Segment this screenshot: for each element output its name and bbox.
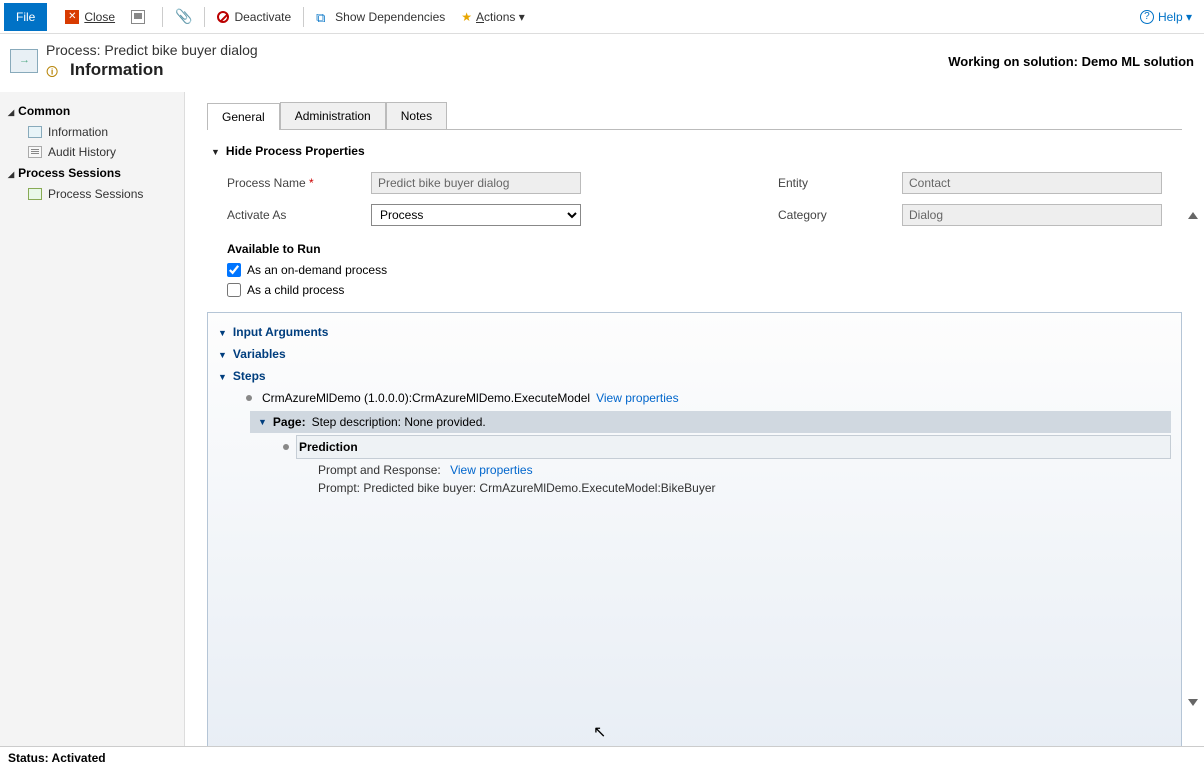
activate-as-select[interactable]: Process bbox=[371, 204, 581, 226]
ondemand-row: As an on-demand process bbox=[207, 260, 1182, 280]
scroll-down-icon[interactable] bbox=[1188, 699, 1198, 706]
activate-as-label: Activate As bbox=[227, 208, 347, 222]
help-icon: ? bbox=[1140, 10, 1154, 24]
close-icon: ✕ bbox=[65, 10, 79, 24]
prediction-step[interactable]: Prediction bbox=[296, 435, 1171, 459]
separator bbox=[204, 7, 205, 27]
save-print-button[interactable] bbox=[123, 6, 158, 28]
separator bbox=[303, 7, 304, 27]
content: General Administration Notes Hide Proces… bbox=[185, 92, 1204, 766]
tab-strip: General Administration Notes bbox=[207, 102, 1182, 130]
tab-general[interactable]: General bbox=[207, 103, 280, 130]
info-icon: 🛈 bbox=[46, 63, 64, 77]
prompt-line: Prompt: Predicted bike buyer: CrmAzureMl… bbox=[218, 479, 1171, 497]
deactivate-button[interactable]: Deactivate bbox=[209, 6, 299, 28]
scroll-up-icon[interactable] bbox=[1188, 212, 1198, 219]
variables-toggle[interactable]: Variables bbox=[218, 343, 1171, 365]
actions-menu[interactable]: ★ Actions ▾ bbox=[453, 6, 533, 28]
process-title: Process: Predict bike buyer dialog bbox=[46, 42, 948, 58]
prompt-response-line: Prompt and Response: View properties bbox=[218, 461, 1171, 479]
bullet-icon bbox=[283, 444, 289, 450]
status-bar: Status: Activated bbox=[0, 746, 1204, 769]
solution-label: Working on solution: Demo ML solution bbox=[948, 54, 1194, 69]
nav-group-common[interactable]: Common bbox=[0, 100, 184, 122]
deactivate-icon bbox=[217, 11, 229, 23]
nav-group-sessions[interactable]: Process Sessions bbox=[0, 162, 184, 184]
close-button[interactable]: ✕ Close bbox=[57, 6, 123, 28]
properties-form: Process Name * Entity Activate As Proces… bbox=[207, 164, 1182, 238]
print-icon bbox=[131, 10, 145, 24]
tab-notes[interactable]: Notes bbox=[386, 102, 447, 129]
view-properties-link-2[interactable]: View properties bbox=[450, 463, 533, 477]
tab-administration[interactable]: Administration bbox=[280, 102, 386, 129]
process-name-label: Process Name * bbox=[227, 176, 347, 190]
input-arguments-toggle[interactable]: Input Arguments bbox=[218, 321, 1171, 343]
page-step-header[interactable]: Page: Step description: None provided. bbox=[250, 411, 1171, 433]
sidebar-item-process-sessions[interactable]: Process Sessions bbox=[0, 184, 184, 204]
steps-container: Input Arguments Variables Steps CrmAzure… bbox=[207, 312, 1182, 758]
category-input bbox=[902, 204, 1162, 226]
category-label: Category bbox=[778, 208, 878, 222]
child-checkbox[interactable] bbox=[227, 283, 241, 297]
vertical-scrollbar[interactable] bbox=[1184, 212, 1202, 706]
sidebar-item-audit-history[interactable]: Audit History bbox=[0, 142, 184, 162]
page-title: Information bbox=[70, 60, 164, 80]
entity-input bbox=[902, 172, 1162, 194]
child-label: As a child process bbox=[247, 283, 344, 297]
steps-toggle[interactable]: Steps bbox=[218, 365, 1171, 387]
sidebar-item-information[interactable]: Information bbox=[0, 122, 184, 142]
hide-properties-toggle[interactable]: Hide Process Properties bbox=[207, 138, 1182, 164]
child-row: As a child process bbox=[207, 280, 1182, 300]
show-dependencies-button[interactable]: Show Dependencies bbox=[308, 6, 453, 28]
file-menu[interactable]: File bbox=[4, 3, 47, 31]
star-icon: ★ bbox=[461, 10, 472, 24]
view-properties-link[interactable]: View properties bbox=[596, 391, 679, 405]
ondemand-checkbox[interactable] bbox=[227, 263, 241, 277]
help-link[interactable]: ? Help ▾ bbox=[1132, 6, 1200, 28]
main-area: Common Information Audit History Process… bbox=[0, 92, 1204, 766]
bullet-icon bbox=[246, 395, 252, 401]
entity-label: Entity bbox=[778, 176, 878, 190]
header: Process: Predict bike buyer dialog 🛈 Inf… bbox=[0, 34, 1204, 92]
paperclip-icon: 📎 bbox=[175, 8, 192, 25]
toolbar: File ✕ Close 📎 Deactivate Show Dependenc… bbox=[0, 0, 1204, 34]
sessions-icon bbox=[28, 188, 42, 200]
process-icon bbox=[10, 49, 38, 73]
available-to-run-header: Available to Run bbox=[207, 238, 1182, 260]
separator bbox=[162, 7, 163, 27]
info-nav-icon bbox=[28, 126, 42, 138]
step-execute-model[interactable]: CrmAzureMlDemo (1.0.0.0):CrmAzureMlDemo.… bbox=[218, 387, 1171, 409]
audit-icon bbox=[28, 146, 42, 158]
process-name-input[interactable] bbox=[371, 172, 581, 194]
sidebar: Common Information Audit History Process… bbox=[0, 92, 185, 766]
attach-button[interactable]: 📎 bbox=[167, 4, 200, 29]
ondemand-label: As an on-demand process bbox=[247, 263, 387, 277]
dependencies-icon bbox=[316, 10, 330, 24]
